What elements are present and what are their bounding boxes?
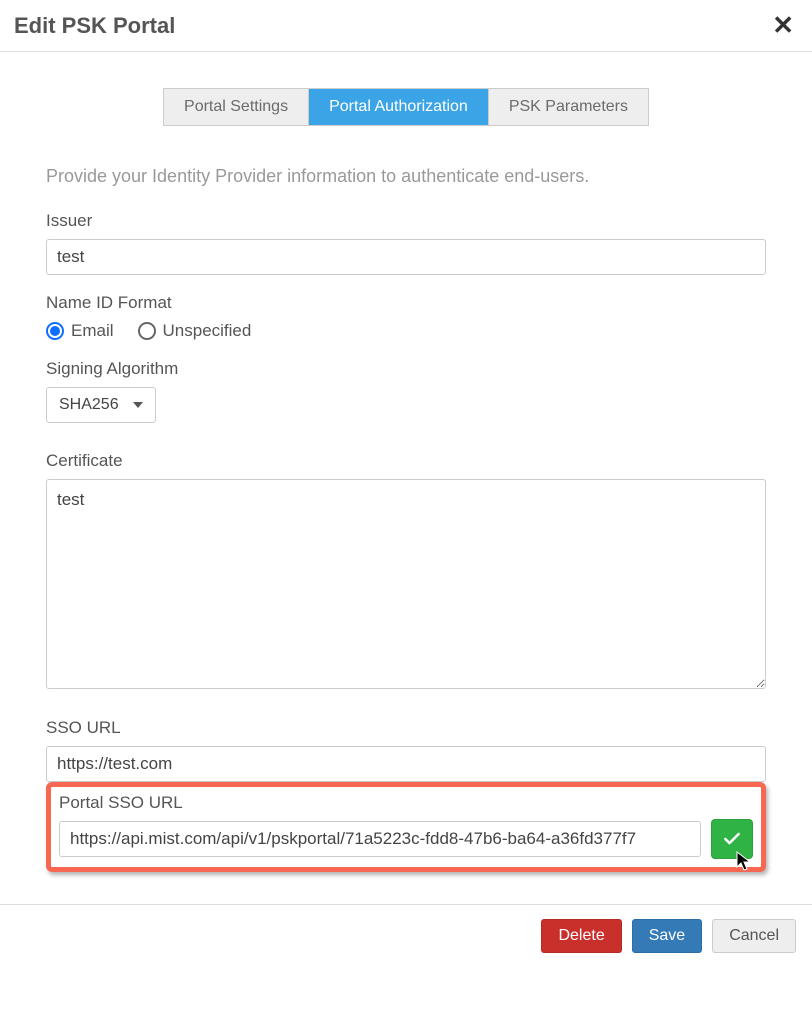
confirm-button[interactable] bbox=[711, 819, 753, 859]
modal-title: Edit PSK Portal bbox=[14, 13, 175, 39]
help-text: Provide your Identity Provider informati… bbox=[46, 166, 766, 187]
radio-unspecified-label: Unspecified bbox=[163, 321, 252, 341]
radio-icon bbox=[46, 322, 64, 340]
radio-unspecified[interactable]: Unspecified bbox=[138, 321, 252, 341]
signing-algorithm-select[interactable]: SHA256 bbox=[46, 387, 156, 423]
radio-email[interactable]: Email bbox=[46, 321, 114, 341]
check-icon bbox=[722, 829, 742, 849]
portal-sso-url-input[interactable] bbox=[59, 821, 701, 857]
save-button[interactable]: Save bbox=[632, 919, 702, 953]
issuer-input[interactable] bbox=[46, 239, 766, 275]
tab-portal-authorization[interactable]: Portal Authorization bbox=[309, 89, 489, 125]
certificate-label: Certificate bbox=[46, 451, 766, 471]
name-id-label: Name ID Format bbox=[46, 293, 766, 313]
radio-email-label: Email bbox=[71, 321, 114, 341]
tabs-nav: Portal Settings Portal Authorization PSK… bbox=[46, 88, 766, 126]
issuer-label: Issuer bbox=[46, 211, 766, 231]
sso-url-label: SSO URL bbox=[46, 718, 766, 738]
sso-url-input[interactable] bbox=[46, 746, 766, 782]
signing-algorithm-label: Signing Algorithm bbox=[46, 359, 766, 379]
chevron-down-icon bbox=[133, 402, 143, 408]
select-value: SHA256 bbox=[59, 396, 119, 414]
radio-icon bbox=[138, 322, 156, 340]
portal-sso-url-label: Portal SSO URL bbox=[59, 793, 753, 813]
tab-portal-settings[interactable]: Portal Settings bbox=[164, 89, 309, 125]
certificate-textarea[interactable] bbox=[46, 479, 766, 689]
tab-psk-parameters[interactable]: PSK Parameters bbox=[489, 89, 648, 125]
close-icon[interactable]: ✕ bbox=[768, 10, 798, 41]
delete-button[interactable]: Delete bbox=[541, 919, 621, 953]
cancel-button[interactable]: Cancel bbox=[712, 919, 796, 953]
portal-sso-highlight: Portal SSO URL bbox=[46, 782, 766, 872]
